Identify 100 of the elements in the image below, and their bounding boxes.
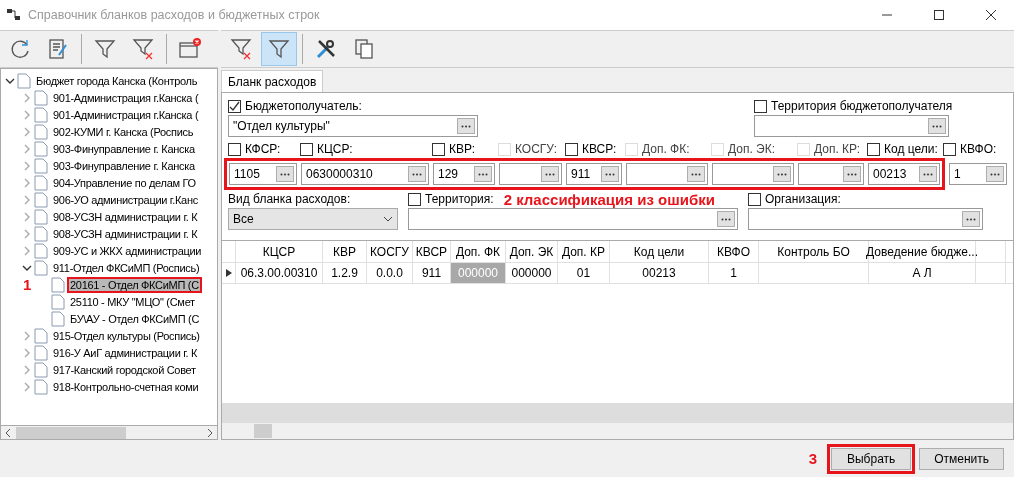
input-field[interactable]: 129 bbox=[433, 163, 495, 185]
browse-button[interactable] bbox=[276, 166, 294, 182]
column-header[interactable]: КЦСР bbox=[236, 241, 323, 262]
browse-button[interactable] bbox=[717, 211, 735, 227]
document-icon bbox=[34, 378, 48, 395]
column-header[interactable]: Код цели bbox=[610, 241, 709, 262]
tree-item[interactable]: 908-УСЗН администрации г. К bbox=[52, 210, 199, 223]
horizontal-scrollbar[interactable] bbox=[222, 423, 1013, 439]
column-header[interactable]: Доп. КР bbox=[558, 241, 610, 262]
dropdown[interactable]: Все bbox=[228, 208, 398, 230]
filter-button[interactable] bbox=[261, 32, 297, 66]
tree-item[interactable]: 901-Администрация г.Канска ( bbox=[52, 108, 200, 121]
input-field[interactable] bbox=[748, 208, 983, 230]
input-field[interactable]: 1 bbox=[949, 163, 1007, 185]
document-icon bbox=[34, 157, 48, 174]
field-label: КЦСР: bbox=[317, 142, 353, 156]
tree-item[interactable]: 911-Отдел ФКСиМП (Роспись) bbox=[52, 261, 201, 274]
tree-item[interactable]: Бюджет города Канска (Контроль bbox=[35, 74, 199, 87]
field-label: КОСГУ: bbox=[515, 142, 558, 156]
chevron-left-icon[interactable] bbox=[4, 428, 12, 437]
input-field[interactable]: 1105 bbox=[229, 163, 297, 185]
document-icon bbox=[34, 225, 48, 242]
column-header[interactable]: КВФО bbox=[709, 241, 759, 262]
browse-button[interactable] bbox=[919, 166, 937, 182]
tree-item[interactable]: 908-УСЗН администрации г. К bbox=[52, 227, 199, 240]
column-header[interactable]: КВСР bbox=[413, 241, 451, 262]
field-label: Территория: bbox=[425, 192, 494, 206]
input-field[interactable] bbox=[754, 115, 949, 137]
ellipsis-icon bbox=[545, 172, 555, 176]
input-field[interactable]: 911 bbox=[566, 163, 622, 185]
tab[interactable]: Бланк расходов bbox=[221, 70, 324, 92]
field-label: Доп. ФК: bbox=[642, 142, 690, 156]
annotation-number: 3 bbox=[808, 450, 818, 467]
browse-button[interactable] bbox=[928, 118, 946, 134]
checkbox[interactable] bbox=[748, 192, 761, 206]
input-field[interactable] bbox=[499, 163, 562, 185]
browse-button[interactable] bbox=[962, 211, 980, 227]
tree-item[interactable]: 20161 - Отдел ФКСиМП (С bbox=[69, 278, 200, 291]
column-header[interactable]: Доп. ФК bbox=[451, 241, 506, 262]
app-icon bbox=[6, 7, 22, 23]
document-icon bbox=[34, 259, 48, 276]
tree-item[interactable]: 902-КУМИ г. Канска (Роспись bbox=[52, 125, 195, 138]
checkbox[interactable] bbox=[943, 142, 956, 156]
tree-item[interactable]: 901-Администрация г.Канска ( bbox=[52, 91, 200, 104]
input-field[interactable]: "Отдел культуры" bbox=[228, 115, 478, 137]
filter-icon bbox=[267, 37, 291, 61]
column-header[interactable]: КОСГУ bbox=[367, 241, 413, 262]
document-icon bbox=[34, 123, 48, 140]
browse-button[interactable] bbox=[843, 166, 861, 182]
document-icon bbox=[34, 140, 48, 157]
browse-button[interactable] bbox=[986, 166, 1004, 182]
window-title: Справочник бланков расходов и бюджетных строк bbox=[28, 8, 321, 22]
column-header[interactable]: Доп. ЭК bbox=[506, 241, 558, 262]
input-field[interactable] bbox=[798, 163, 864, 185]
document-icon bbox=[34, 89, 48, 106]
filter-icon bbox=[93, 37, 117, 61]
tree-item[interactable]: 906-УО администрации г.Канс bbox=[52, 193, 199, 206]
browse-button[interactable] bbox=[541, 166, 559, 182]
dialog-button[interactable]: Отменить bbox=[919, 447, 1004, 470]
document-icon bbox=[51, 310, 65, 327]
checkbox[interactable] bbox=[754, 99, 767, 113]
checkbox[interactable] bbox=[432, 142, 445, 156]
tree-item[interactable]: 915-Отдел культуры (Роспись) bbox=[52, 329, 201, 342]
input-field[interactable] bbox=[626, 163, 708, 185]
ellipsis-icon bbox=[721, 217, 731, 221]
tree-item[interactable]: 903-Финуправление г. Канска bbox=[52, 142, 196, 155]
ellipsis-icon bbox=[605, 172, 615, 176]
ellipsis-icon bbox=[412, 172, 422, 176]
checkbox[interactable] bbox=[228, 142, 241, 156]
tree-item[interactable]: 903-Финуправление г. Канска bbox=[52, 159, 196, 172]
checkbox[interactable] bbox=[228, 99, 241, 113]
field-label: Территория бюджетополучателя bbox=[771, 99, 953, 113]
ellipsis-icon bbox=[691, 172, 701, 176]
tree-item[interactable]: БУ\АУ - Отдел ФКСиМП (С bbox=[69, 312, 201, 325]
input-field[interactable]: 0630000310 bbox=[301, 163, 429, 185]
chevron-right-icon[interactable] bbox=[206, 428, 214, 437]
input-field[interactable] bbox=[712, 163, 794, 185]
browse-button[interactable] bbox=[601, 166, 619, 182]
tree-item[interactable]: 909-УС и ЖКХ администрации bbox=[52, 244, 203, 257]
field-label: Организация: bbox=[765, 192, 841, 206]
field-label: Доп. КР: bbox=[814, 142, 861, 156]
checkbox[interactable] bbox=[300, 142, 313, 156]
tree-item[interactable]: 918-Контрольно-счетная коми bbox=[52, 380, 200, 393]
input-field[interactable]: 00213 bbox=[868, 163, 940, 185]
browse-button[interactable] bbox=[687, 166, 705, 182]
checkbox[interactable] bbox=[867, 142, 880, 156]
input-field[interactable] bbox=[408, 208, 738, 230]
browse-button[interactable] bbox=[457, 118, 475, 134]
tree-item[interactable]: 904-Управление по делам ГО bbox=[52, 176, 197, 189]
tree-item[interactable]: 916-У АиГ администрации г. К bbox=[52, 346, 199, 359]
field-label: КФСР: bbox=[245, 142, 281, 156]
browse-button[interactable] bbox=[474, 166, 492, 182]
tree-item[interactable]: 25110 - МКУ "МЦО" (Смет bbox=[69, 295, 196, 308]
checkbox[interactable] bbox=[408, 192, 421, 206]
checkbox[interactable] bbox=[565, 142, 578, 156]
horizontal-scrollbar[interactable] bbox=[0, 426, 218, 440]
browse-button[interactable] bbox=[408, 166, 426, 182]
browse-button[interactable] bbox=[773, 166, 791, 182]
tree-item[interactable]: 917-Канский городской Совет bbox=[52, 363, 197, 376]
column-header[interactable]: КВР bbox=[323, 241, 367, 262]
